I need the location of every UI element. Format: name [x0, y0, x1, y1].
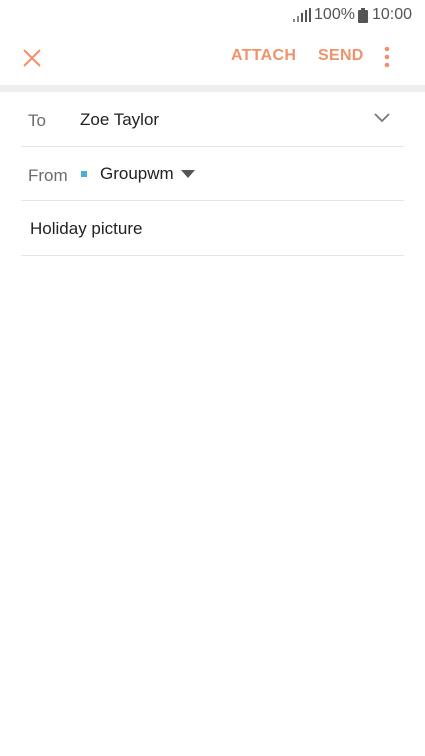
- status-bar: 100% 10:00: [0, 0, 425, 30]
- compose-toolbar: ATTACH SEND: [0, 30, 425, 85]
- close-button[interactable]: [18, 44, 46, 72]
- clock: 10:00: [371, 6, 412, 23]
- attach-button[interactable]: ATTACH: [231, 47, 296, 65]
- chevron-down-icon[interactable]: [373, 111, 391, 125]
- subject-row: Holiday picture: [21, 201, 404, 256]
- battery-icon: [357, 7, 368, 23]
- recipient-field[interactable]: Zoe Taylor: [80, 110, 159, 130]
- close-icon: [23, 49, 41, 67]
- subject-field[interactable]: Holiday picture: [30, 219, 142, 239]
- send-button[interactable]: SEND: [318, 47, 364, 65]
- signal-icon: [293, 8, 312, 22]
- caret-down-icon: [180, 170, 195, 178]
- message-body-field[interactable]: [21, 256, 404, 736]
- sender-account-selector[interactable]: Groupwm: [81, 164, 195, 184]
- account-color-indicator: [81, 171, 87, 177]
- toolbar-divider: [0, 85, 425, 92]
- status-indicators: 100% 10:00: [293, 6, 412, 24]
- to-row: To Zoe Taylor: [21, 92, 404, 147]
- to-label: To: [28, 111, 46, 130]
- sender-account: Groupwm: [100, 164, 174, 183]
- more-vertical-icon: [384, 46, 390, 68]
- from-row: From Groupwm: [21, 147, 404, 201]
- from-label: From: [28, 166, 68, 185]
- more-options-button[interactable]: [378, 44, 396, 70]
- battery-percent: 100%: [314, 6, 355, 23]
